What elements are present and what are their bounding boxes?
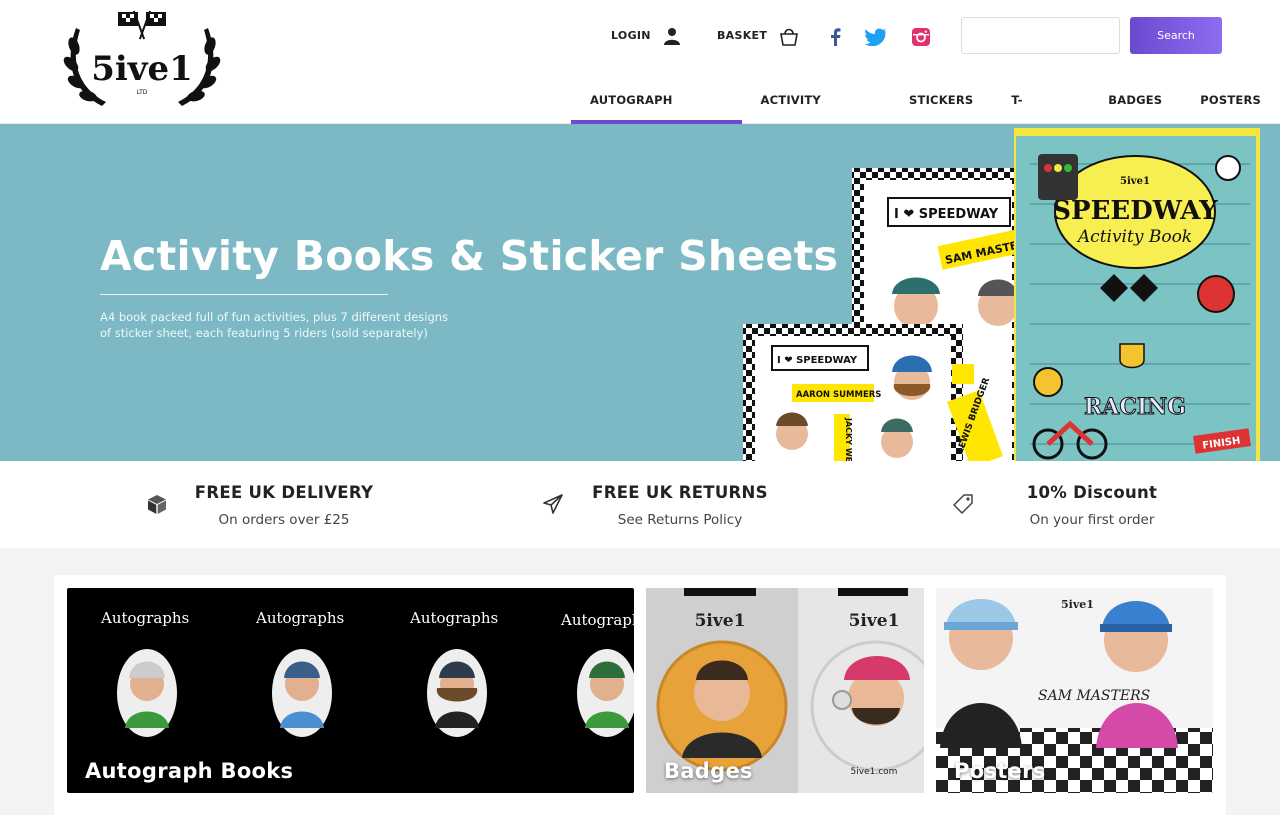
hero-subtitle: A4 book packed full of fun activities, p…: [100, 310, 449, 340]
instagram-icon: [912, 28, 930, 46]
feature-delivery: FREE UK DELIVERY On orders over £25: [134, 483, 394, 528]
category-posters[interactable]: SAM MASTERS 5ive1 Posters: [936, 588, 1213, 793]
basket-label: BASKET: [717, 29, 768, 42]
search-input[interactable]: [961, 17, 1120, 54]
feature-title: FREE UK DELIVERY: [194, 483, 374, 502]
svg-text:5ive1.com: 5ive1.com: [851, 767, 898, 777]
nav-t-shirts[interactable]: T-SHIRTS: [992, 80, 1089, 147]
hero-title: Activity Books & Sticker Sheets: [100, 232, 839, 280]
logo-text: 5ive1: [91, 49, 193, 89]
logo-subtext: LTD: [137, 89, 148, 96]
feature-discount: 10% Discount On your first order: [942, 483, 1202, 528]
feature-title: 10% Discount: [1026, 483, 1158, 502]
nav-badges[interactable]: BADGES: [1089, 80, 1181, 124]
twitter-link[interactable]: [865, 26, 887, 48]
svg-text:Autographs: Autographs: [100, 609, 189, 627]
user-icon: [663, 28, 680, 45]
feature-returns: FREE UK RETURNS See Returns Policy: [530, 483, 790, 528]
svg-text:5ive1: 5ive1: [1061, 598, 1094, 611]
basket-link[interactable]: BASKET: [717, 26, 799, 46]
feature-subtitle: On orders over £25: [218, 512, 350, 528]
feature-subtitle: See Returns Policy: [617, 512, 743, 528]
feature-subtitle: On your first order: [1029, 512, 1155, 528]
nav-autograph-books[interactable]: AUTOGRAPH BOOKS: [571, 80, 742, 147]
facebook-icon: [831, 28, 841, 46]
nav-posters[interactable]: POSTERS: [1181, 80, 1280, 124]
nav-stickers[interactable]: STICKERS: [890, 80, 992, 124]
facebook-link[interactable]: [824, 26, 846, 48]
category-label: Posters: [954, 759, 1046, 783]
site-header: 5ive1 LTD LOGIN BASKET Search AUTOGRAPH …: [0, 0, 1280, 147]
features-bar: FREE UK DELIVERY On orders over £25 FREE…: [0, 461, 1280, 548]
book-racing-text: RACING: [1084, 394, 1186, 420]
svg-text:Autographs: Autographs: [255, 609, 344, 627]
nav-activity-books[interactable]: ACTIVITY BOOKS: [742, 80, 891, 147]
svg-text:AARON SUMMERS: AARON SUMMERS: [796, 390, 881, 400]
login-link[interactable]: LOGIN: [611, 26, 681, 46]
feature-title: FREE UK RETURNS: [592, 483, 768, 502]
category-badges[interactable]: 5ive1 5ive1 5ive1.com Badges: [646, 588, 924, 793]
svg-text:Autographs: Autographs: [560, 611, 634, 629]
login-label: LOGIN: [611, 29, 651, 42]
book-subtitle: Activity Book: [1076, 227, 1192, 247]
brand-logo[interactable]: 5ive1 LTD: [62, 6, 222, 116]
category-label: Autograph Books: [85, 759, 294, 783]
svg-text:I ❤ SPEEDWAY: I ❤ SPEEDWAY: [777, 355, 858, 366]
main-nav: AUTOGRAPH BOOKS ACTIVITY BOOKS STICKERS …: [571, 80, 1280, 147]
hero-product-image: I ❤ SPEEDWAY SAM MASTERS I ❤ SPEEDWAY AA…: [743, 128, 1260, 461]
category-label: Badges: [664, 759, 753, 783]
svg-text:5ive1: 5ive1: [695, 611, 746, 631]
svg-text:JACKY WELLS: JACKY WELLS: [844, 417, 853, 461]
paper-plane-icon: [543, 494, 563, 514]
category-autograph-books[interactable]: Autographs Autographs Autographs Autogra…: [67, 588, 634, 793]
box-icon: [148, 495, 166, 514]
book-title: SPEEDWAY: [1052, 196, 1218, 226]
instagram-link[interactable]: [910, 26, 932, 48]
svg-text:Autographs: Autographs: [409, 609, 498, 627]
basket-icon: [780, 28, 799, 46]
sticker-heading: I ❤ SPEEDWAY: [894, 207, 999, 222]
hero-divider: [100, 294, 388, 295]
svg-text:5ive1: 5ive1: [1120, 176, 1150, 187]
svg-text:5ive1: 5ive1: [849, 611, 900, 631]
svg-text:SAM MASTERS: SAM MASTERS: [1038, 688, 1150, 704]
twitter-icon: [865, 28, 886, 46]
hero-banner[interactable]: Activity Books & Sticker Sheets A4 book …: [0, 124, 1280, 461]
search-button[interactable]: Search: [1130, 17, 1222, 54]
tag-icon: [953, 494, 973, 514]
